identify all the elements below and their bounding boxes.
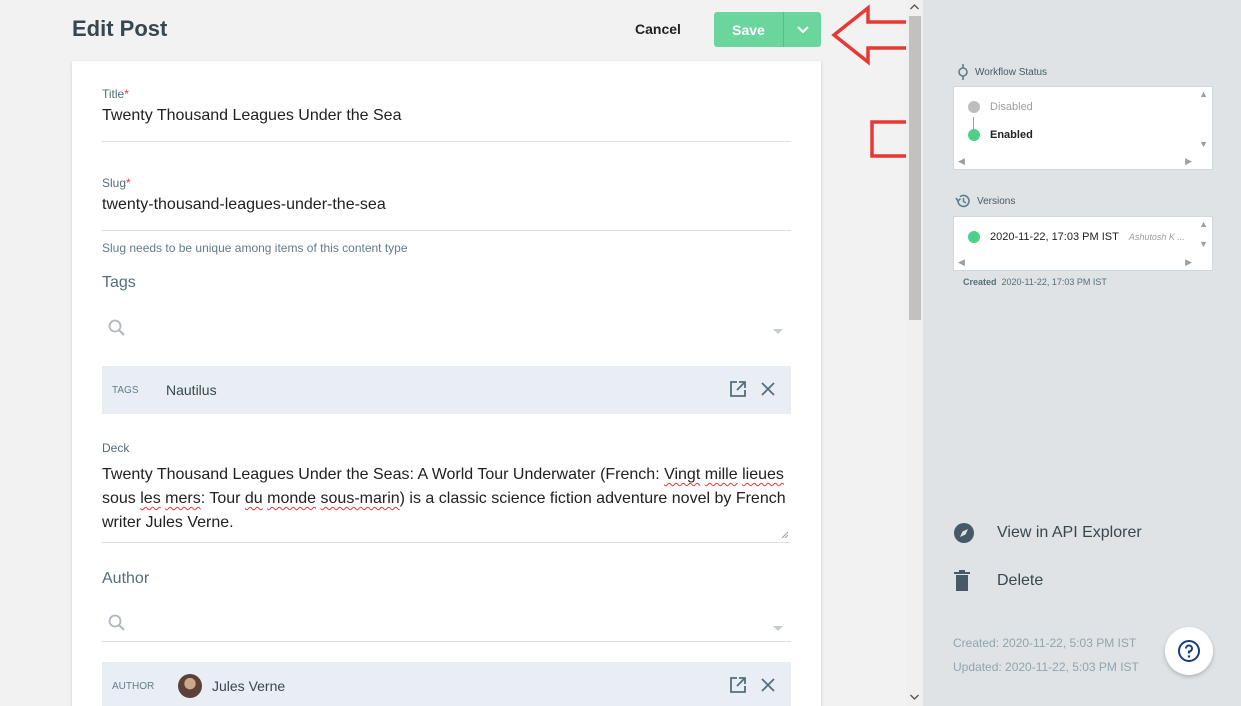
author-chip-label: AUTHOR: [112, 680, 155, 692]
close-icon[interactable]: [759, 380, 777, 398]
box-scroll-right-icon[interactable]: ▶: [1185, 156, 1192, 167]
author-search-underline: [102, 641, 791, 642]
deck-field[interactable]: Deck Twenty Thousand Leagues Under the S…: [102, 441, 791, 543]
deck-underline: [102, 542, 791, 543]
title-underline: [102, 141, 791, 142]
workflow-status-box: Disabled Enabled ▲ ▼ ◀ ▶: [953, 86, 1213, 170]
author-chip-actions: [729, 676, 777, 694]
delete-button[interactable]: Delete: [953, 570, 1043, 592]
dropdown-caret-icon[interactable]: [773, 626, 783, 632]
tag-chip-actions: [729, 380, 777, 398]
title-field[interactable]: Title* Twenty Thousand Leagues Under the…: [102, 87, 791, 143]
workflow-connector: [973, 117, 974, 129]
slug-label: Slug*: [102, 176, 131, 190]
workflow-option-enabled[interactable]: Enabled: [968, 129, 1033, 141]
title-label: Title*: [102, 87, 129, 101]
box-scroll-up-icon[interactable]: ▲: [1199, 89, 1208, 99]
scroll-thumb[interactable]: [909, 16, 921, 320]
tag-chip-value: Nautilus: [166, 382, 217, 398]
version-dot: [968, 231, 980, 243]
meta-updated: Updated: 2020-11-22, 5:03 PM IST: [953, 660, 1139, 674]
versions-scroll-right-icon[interactable]: ▶: [1185, 257, 1192, 268]
save-options-button[interactable]: [783, 12, 821, 47]
main-scrollbar[interactable]: [906, 0, 923, 706]
compass-icon: [954, 523, 974, 543]
close-icon[interactable]: [759, 676, 777, 694]
help-icon: [1178, 640, 1200, 662]
author-chip-value: Jules Verne: [212, 678, 286, 694]
avatar: [178, 674, 202, 698]
tags-field: Tags TAGS Nautilus: [102, 274, 791, 414]
save-button-group: Save: [714, 12, 821, 47]
scroll-down-icon[interactable]: [910, 694, 919, 700]
versions-scroll-down-icon[interactable]: ▼: [1199, 239, 1208, 249]
status-dot-disabled: [968, 101, 980, 113]
view-api-explorer-link[interactable]: View in API Explorer: [953, 522, 1142, 544]
annotation-arrow-left-icon: [831, 4, 912, 66]
author-search-input[interactable]: [102, 602, 791, 642]
versions-box: 2020-11-22, 17:03 PM IST Ashutosh K ... …: [953, 216, 1213, 271]
status-dot-enabled: [968, 129, 980, 141]
workflow-status-heading: Workflow Status: [957, 64, 1047, 80]
page-title: Edit Post: [72, 16, 168, 41]
slug-hint: Slug needs to be unique among items of t…: [102, 241, 408, 255]
side-panel: Workflow Status Disabled Enabled ▲ ▼ ◀ ▶…: [923, 0, 1241, 706]
cancel-button[interactable]: Cancel: [622, 12, 694, 46]
chevron-down-icon: [796, 25, 809, 33]
version-created: Created 2020-11-22, 17:03 PM IST: [963, 277, 1107, 287]
tags-search-input[interactable]: [102, 314, 791, 354]
version-timestamp: 2020-11-22, 17:03 PM IST: [990, 231, 1119, 243]
workflow-option-disabled[interactable]: Disabled: [968, 101, 1033, 113]
tag-chip: TAGS Nautilus: [102, 366, 791, 414]
title-input[interactable]: Twenty Thousand Leagues Under the Sea: [102, 107, 791, 125]
help-button[interactable]: [1165, 627, 1213, 675]
scroll-up-icon[interactable]: [910, 4, 919, 10]
edit-form-card: Title* Twenty Thousand Leagues Under the…: [72, 61, 821, 706]
history-icon: [955, 194, 970, 208]
save-button[interactable]: Save: [714, 12, 783, 47]
box-scroll-left-icon[interactable]: ◀: [958, 156, 965, 167]
deck-textarea[interactable]: Twenty Thousand Leagues Under the Seas: …: [102, 463, 791, 535]
search-icon: [108, 319, 125, 336]
version-author: Ashutosh K ...: [1128, 232, 1185, 242]
search-icon: [108, 614, 125, 631]
tag-chip-label: TAGS: [112, 384, 139, 396]
open-external-icon[interactable]: [729, 380, 747, 398]
open-external-icon[interactable]: [729, 676, 747, 694]
version-row[interactable]: 2020-11-22, 17:03 PM IST Ashutosh K ...: [968, 231, 1198, 243]
versions-scroll-left-icon[interactable]: ◀: [958, 257, 965, 268]
meta-created: Created: 2020-11-22, 5:03 PM IST: [953, 636, 1137, 650]
author-chip: AUTHOR Jules Verne: [102, 662, 791, 706]
resize-handle-icon[interactable]: [781, 531, 789, 539]
commit-icon: [958, 64, 968, 80]
main-area: Edit Post Cancel Save Title* Twenty Thou…: [0, 0, 951, 706]
dropdown-caret-icon[interactable]: [773, 329, 783, 335]
versions-heading: Versions: [955, 193, 1015, 209]
box-scroll-down-icon[interactable]: ▼: [1199, 139, 1208, 149]
author-field: Author AUTHOR Jules Verne: [102, 570, 791, 706]
versions-scroll-up-icon[interactable]: ▲: [1199, 219, 1208, 229]
author-title: Author: [102, 570, 150, 587]
slug-field[interactable]: Slug* twenty-thousand-leagues-under-the-…: [102, 176, 791, 256]
slug-input[interactable]: twenty-thousand-leagues-under-the-sea: [102, 196, 791, 214]
trash-icon: [954, 570, 970, 591]
slug-underline: [102, 230, 791, 231]
deck-label: Deck: [102, 441, 130, 455]
tags-title: Tags: [102, 274, 136, 291]
